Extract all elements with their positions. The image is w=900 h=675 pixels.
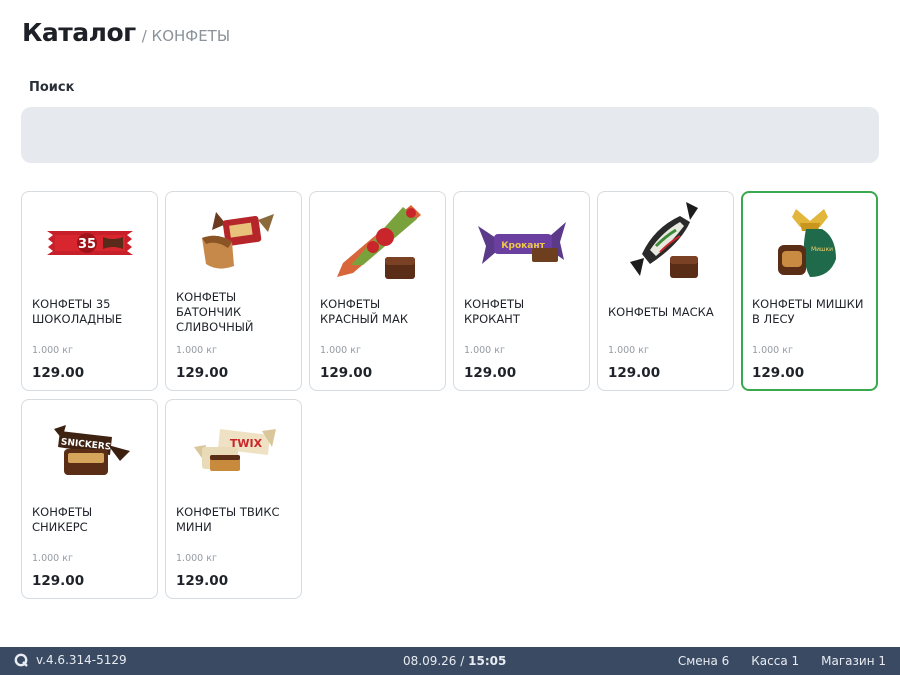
- product-card[interactable]: Крокант КОНФЕТЫ КРОКАНТ 1.000 кг 129.00: [453, 191, 590, 391]
- product-weight: 1.000 кг: [32, 553, 73, 564]
- app-version: v.4.6.314-5129: [36, 653, 127, 667]
- candy-krokant-icon: Крокант: [454, 204, 589, 282]
- product-name: КОНФЕТЫ КРАСНЫЙ МАК: [320, 297, 409, 326]
- product-price: 129.00: [608, 365, 661, 381]
- product-name: КОНФЕТЫ МИШКИ В ЛЕСУ: [752, 297, 864, 326]
- product-card[interactable]: КОНФЕТЫ МАСКА 1.000 кг 129.00: [597, 191, 734, 391]
- product-name: КОНФЕТЫ МАСКА: [608, 304, 714, 319]
- product-card[interactable]: TWIX КОНФЕТЫ ТВИКС МИНИ 1.000 кг 129.00: [165, 399, 302, 599]
- svg-text:35: 35: [77, 237, 95, 252]
- current-date: 08.09.26: [403, 654, 457, 668]
- app-logo-icon: [14, 653, 28, 667]
- breadcrumb[interactable]: / КОНФЕТЫ: [142, 27, 230, 45]
- product-price: 129.00: [464, 365, 517, 381]
- product-weight: 1.000 кг: [176, 345, 217, 356]
- product-weight: 1.000 кг: [320, 345, 361, 356]
- session-info: Смена 6 Касса 1 Магазин 1: [678, 654, 886, 668]
- page-title: Каталог: [22, 18, 136, 47]
- product-name: КОНФЕТЫ 35 ШОКОЛАДНЫЕ: [32, 297, 123, 326]
- candy-batonchik-icon: [166, 204, 301, 282]
- product-card[interactable]: 35 КОНФЕТЫ 35 ШОКОЛАДНЫЕ 1.000 кг 129.00: [21, 191, 158, 391]
- product-price: 129.00: [32, 573, 85, 589]
- svg-text:Мишки: Мишки: [810, 246, 832, 253]
- product-name: КОНФЕТЫ ТВИКС МИНИ: [176, 505, 280, 534]
- product-weight: 1.000 кг: [32, 345, 73, 356]
- candy-twix-icon: TWIX: [166, 412, 301, 490]
- product-price: 129.00: [32, 365, 85, 381]
- current-time: 15:05: [468, 654, 507, 668]
- product-price: 129.00: [176, 365, 229, 381]
- product-weight: 1.000 кг: [608, 345, 649, 356]
- datetime: 08.09.26 / 15:05: [403, 654, 506, 668]
- product-card-selected[interactable]: Мишки КОНФЕТЫ МИШКИ В ЛЕСУ 1.000 кг 129.…: [741, 191, 878, 391]
- candy-mishki-icon: Мишки: [743, 204, 876, 282]
- candy-snickers-icon: SNICKERS: [22, 412, 157, 490]
- search-label: Поиск: [29, 80, 75, 95]
- status-bar: v.4.6.314-5129 08.09.26 / 15:05 Смена 6 …: [0, 647, 900, 675]
- version-info: v.4.6.314-5129: [14, 653, 127, 667]
- product-price: 129.00: [320, 365, 373, 381]
- product-weight: 1.000 кг: [752, 345, 793, 356]
- candy-krasny-mak-icon: [310, 204, 445, 282]
- page-header: Каталог / КОНФЕТЫ: [22, 18, 230, 47]
- candy-maska-icon: [598, 202, 733, 282]
- product-name: КОНФЕТЫ СНИКЕРС: [32, 505, 93, 534]
- product-weight: 1.000 кг: [464, 345, 505, 356]
- register-label: Касса 1: [751, 654, 800, 668]
- product-price: 129.00: [176, 573, 229, 589]
- product-price: 129.00: [752, 365, 805, 381]
- product-name: КОНФЕТЫ БАТОНЧИК СЛИВОЧНЫЙ: [176, 289, 254, 334]
- candy-35-bar-icon: 35: [22, 204, 157, 282]
- store-label: Магазин 1: [821, 654, 886, 668]
- product-grid: 35 КОНФЕТЫ 35 ШОКОЛАДНЫЕ 1.000 кг 129.00…: [21, 191, 881, 599]
- product-card[interactable]: КОНФЕТЫ БАТОНЧИК СЛИВОЧНЫЙ 1.000 кг 129.…: [165, 191, 302, 391]
- product-card[interactable]: КОНФЕТЫ КРАСНЫЙ МАК 1.000 кг 129.00: [309, 191, 446, 391]
- shift-label: Смена 6: [677, 654, 730, 668]
- product-weight: 1.000 кг: [176, 553, 217, 564]
- date-time-separator: /: [460, 654, 465, 668]
- search-input[interactable]: [21, 107, 879, 163]
- product-name: КОНФЕТЫ КРОКАНТ: [464, 297, 525, 326]
- product-card[interactable]: SNICKERS КОНФЕТЫ СНИКЕРС 1.000 кг 129.00: [21, 399, 158, 599]
